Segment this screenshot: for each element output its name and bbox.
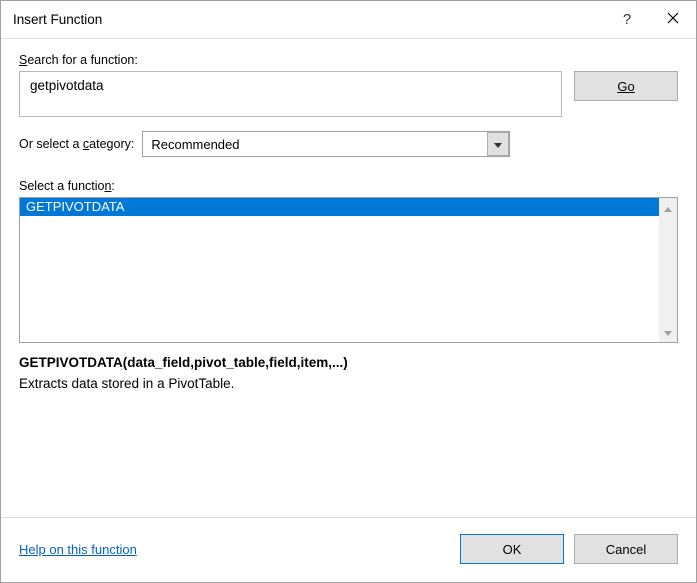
titlebar: Insert Function ? [1, 1, 696, 39]
scroll-up-icon [664, 201, 672, 215]
dialog-footer: Help on this function OK Cancel [1, 517, 696, 582]
search-input[interactable]: getpivotdata [19, 71, 562, 117]
help-link[interactable]: Help on this function [19, 542, 137, 557]
category-label: Or select a category: [19, 137, 134, 151]
ok-button[interactable]: OK [460, 534, 564, 564]
select-function-label: Select a function: [19, 179, 678, 193]
dialog-content: Search for a function: getpivotdata Go O… [1, 39, 696, 517]
dropdown-arrow[interactable] [487, 132, 509, 156]
function-listbox[interactable]: GETPIVOTDATA [19, 197, 678, 343]
scroll-down-icon [664, 325, 672, 339]
help-button[interactable]: ? [604, 1, 650, 39]
search-label: Search for a function: [19, 53, 678, 67]
window-title: Insert Function [13, 12, 604, 27]
close-icon [667, 11, 679, 28]
category-value: Recommended [142, 131, 510, 157]
category-row: Or select a category: Recommended [19, 131, 678, 157]
category-select[interactable]: Recommended [142, 131, 510, 157]
scrollbar[interactable] [659, 198, 677, 342]
close-button[interactable] [650, 1, 696, 39]
help-icon: ? [623, 11, 631, 28]
function-signature: GETPIVOTDATA(data_field,pivot_table,fiel… [19, 355, 678, 370]
search-row: getpivotdata Go [19, 71, 678, 117]
function-item[interactable]: GETPIVOTDATA [20, 198, 659, 216]
chevron-down-icon [494, 137, 502, 151]
function-description: Extracts data stored in a PivotTable. [19, 376, 678, 391]
function-items: GETPIVOTDATA [20, 198, 659, 342]
go-button[interactable]: Go [574, 71, 678, 101]
cancel-button[interactable]: Cancel [574, 534, 678, 564]
